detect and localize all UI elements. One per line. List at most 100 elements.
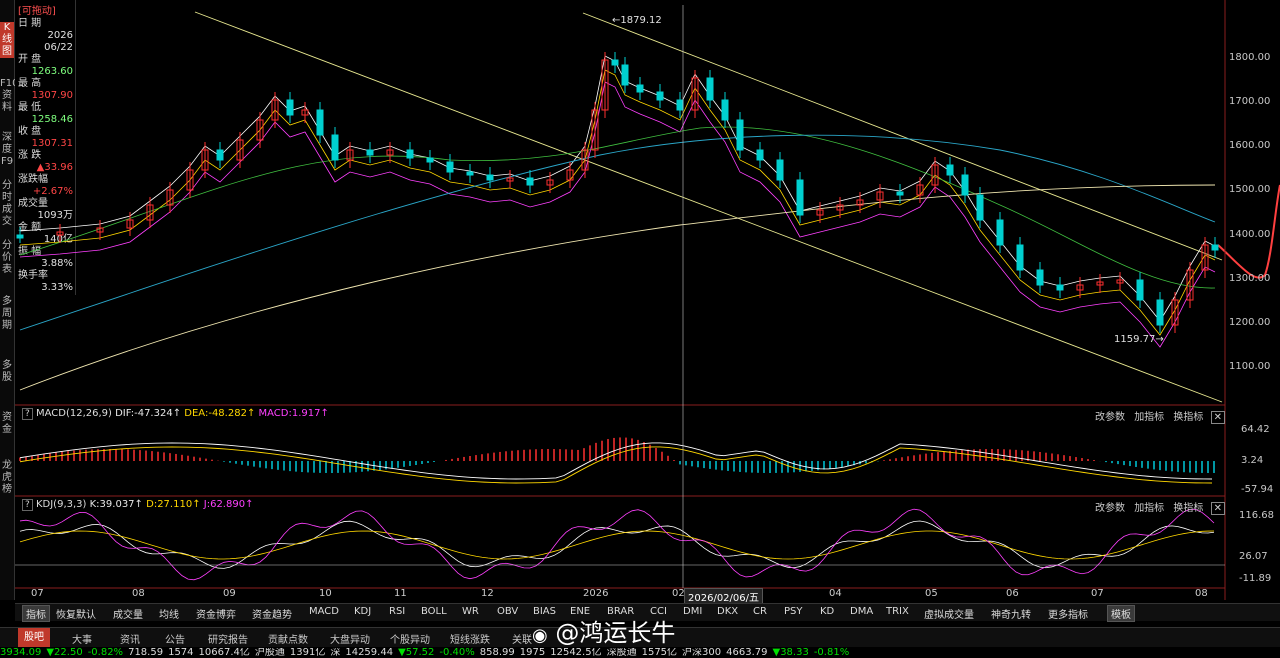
ticker-item: ▼57.52 bbox=[398, 648, 435, 658]
candle-body bbox=[1056, 284, 1064, 291]
ma20-line bbox=[19, 81, 1216, 348]
ticker-item: 沪股通 bbox=[254, 648, 285, 658]
macd-dif: DIF:-47.324 bbox=[115, 408, 173, 419]
macd-switch-indicator-link[interactable]: 换指标 bbox=[1173, 412, 1203, 423]
weibo-logo-icon: ◉ bbox=[532, 625, 548, 646]
moving-average-lines bbox=[19, 55, 1280, 391]
candle-body bbox=[331, 134, 339, 161]
bottom-tab-9[interactable]: 关联 bbox=[512, 631, 532, 646]
bottom-tab-8[interactable]: 短线涨跌 bbox=[450, 631, 490, 646]
ma250-line bbox=[19, 184, 1216, 391]
indicator-tab-26[interactable]: 模板 bbox=[1107, 605, 1135, 622]
indicator-tab-9[interactable]: BOLL bbox=[421, 606, 447, 617]
indicator-tab-24[interactable]: 神奇九转 bbox=[991, 606, 1031, 621]
indicator-tab-1[interactable]: 恢复默认 bbox=[56, 606, 96, 621]
indicator-tab-25[interactable]: 更多指标 bbox=[1048, 606, 1088, 621]
macd-edit-params-link[interactable]: 改参数 bbox=[1095, 412, 1125, 423]
macd-add-indicator-link[interactable]: 加指标 bbox=[1134, 412, 1164, 423]
indicator-tab-2[interactable]: 成交量 bbox=[113, 606, 143, 621]
date-tick-label: 02 bbox=[672, 588, 685, 599]
indicator-tab-23[interactable]: 虚拟成交量 bbox=[924, 606, 974, 621]
ticker-item: 14259.44 bbox=[345, 648, 394, 658]
kdj-switch-indicator-link[interactable]: 换指标 bbox=[1173, 503, 1203, 514]
trend-line bbox=[194, 11, 1223, 403]
ma10-line bbox=[19, 69, 1216, 336]
macd-axis: 64.42 3.24 -57.94 bbox=[1225, 405, 1280, 495]
kdj-tick-label: 26.07 bbox=[1239, 551, 1268, 562]
bottom-tab-3[interactable]: 公告 bbox=[165, 631, 185, 646]
ticker-item: 858.99 bbox=[479, 648, 515, 658]
bottom-tab-2[interactable]: 资讯 bbox=[120, 631, 140, 646]
kdj-edit-params-link[interactable]: 改参数 bbox=[1095, 503, 1125, 514]
indicator-tab-5[interactable]: 资金趋势 bbox=[252, 606, 292, 621]
ticker-item: 沪深300 bbox=[682, 648, 722, 658]
ticker-item: 1391亿 bbox=[289, 648, 326, 658]
ticker-item: 深股通 bbox=[606, 648, 637, 658]
ticker-item: 1575亿 bbox=[641, 648, 678, 658]
macd-question-icon[interactable]: ? bbox=[22, 408, 33, 420]
kdj-tick-label: -11.89 bbox=[1239, 573, 1272, 584]
bottom-tab-0[interactable]: 股吧 bbox=[18, 628, 50, 647]
bottom-tab-7[interactable]: 个股异动 bbox=[390, 631, 430, 646]
date-tick-label: 09 bbox=[223, 588, 236, 599]
macd-dea: DEA:-48.282 bbox=[184, 408, 247, 419]
indicator-tab-7[interactable]: KDJ bbox=[354, 606, 371, 617]
candle-body bbox=[796, 179, 804, 216]
bottom-tab-1[interactable]: 大事 bbox=[72, 631, 92, 646]
indicator-tab-10[interactable]: WR bbox=[462, 606, 479, 617]
price-tick-label: 1700.00 bbox=[1229, 96, 1271, 107]
bottom-tab-5[interactable]: 贡献点数 bbox=[268, 631, 308, 646]
candle-body bbox=[1036, 269, 1044, 286]
indicator-tab-19[interactable]: PSY bbox=[784, 606, 803, 617]
kdj-add-indicator-link[interactable]: 加指标 bbox=[1134, 503, 1164, 514]
ticker-item: 3934.09 bbox=[0, 648, 42, 658]
candle-body bbox=[896, 191, 904, 196]
date-tick-label: 06 bbox=[1006, 588, 1019, 599]
indicator-tab-16[interactable]: DMI bbox=[683, 606, 702, 617]
candle-body bbox=[976, 194, 984, 221]
candle-body bbox=[1156, 299, 1164, 326]
macd-close-icon[interactable]: ✕ bbox=[1210, 411, 1225, 424]
ticker-item: 1574 bbox=[168, 648, 194, 658]
candle-body bbox=[426, 157, 434, 163]
indicator-tab-3[interactable]: 均线 bbox=[159, 606, 179, 621]
indicator-tab-21[interactable]: DMA bbox=[850, 606, 873, 617]
macd-tick-label: -57.94 bbox=[1241, 484, 1274, 495]
ticker-item: 1975 bbox=[519, 648, 546, 658]
ticker-item: ▼22.50 bbox=[46, 648, 83, 658]
bottom-tab-6[interactable]: 大盘异动 bbox=[330, 631, 370, 646]
macd-dea-line bbox=[19, 446, 1213, 484]
indicator-tab-22[interactable]: TRIX bbox=[886, 606, 909, 617]
date-tick-label: 12 bbox=[481, 588, 494, 599]
price-tick-label: 1300.00 bbox=[1229, 273, 1271, 284]
indicator-tab-11[interactable]: OBV bbox=[497, 606, 518, 617]
ticker-item: 深 bbox=[330, 648, 341, 658]
indicator-tab-17[interactable]: DKX bbox=[717, 606, 738, 617]
kdj-k: K:39.037 bbox=[89, 499, 135, 510]
kdj-name: KDJ(9,3,3) bbox=[35, 499, 87, 510]
candlestick-series bbox=[16, 52, 1219, 333]
kdj-question-icon[interactable]: ? bbox=[22, 499, 33, 511]
indicator-tab-4[interactable]: 资金博弈 bbox=[196, 606, 236, 621]
trend-line bbox=[582, 12, 1223, 261]
candle-body bbox=[216, 149, 224, 161]
kdj-close-icon[interactable]: ✕ bbox=[1210, 502, 1225, 515]
ticker-item: 718.59 bbox=[128, 648, 164, 658]
bottom-tab-4[interactable]: 研究报告 bbox=[208, 631, 248, 646]
candle-body bbox=[1211, 244, 1219, 251]
indicator-tab-8[interactable]: RSI bbox=[389, 606, 405, 617]
ticker-item: -0.82% bbox=[87, 648, 124, 658]
candle-body bbox=[756, 149, 764, 161]
price-tick-label: 1200.00 bbox=[1229, 317, 1271, 328]
indicator-tab-6[interactable]: MACD bbox=[309, 606, 339, 617]
indicator-tab-0[interactable]: 指标 bbox=[22, 605, 50, 622]
indicator-tab-18[interactable]: CR bbox=[753, 606, 767, 617]
ticker-item: -0.81% bbox=[813, 648, 850, 658]
kdj-series bbox=[19, 508, 1215, 581]
macd-links: 改参数 加指标 换指标 ✕ bbox=[1095, 408, 1225, 424]
candle-body bbox=[636, 84, 644, 93]
ticker-item: -0.40% bbox=[439, 648, 475, 658]
price-tick-label: 1100.00 bbox=[1229, 361, 1271, 372]
date-tick-label: 08 bbox=[132, 588, 145, 599]
indicator-tab-20[interactable]: KD bbox=[820, 606, 834, 617]
